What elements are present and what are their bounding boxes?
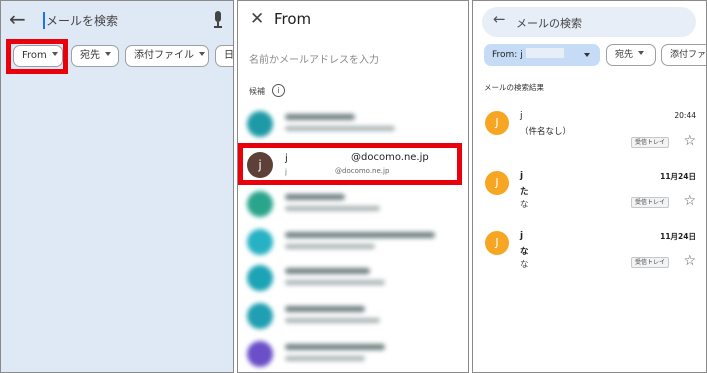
star-icon[interactable]: ☆ [683,193,696,209]
inbox-label: 受信トレイ [631,197,670,208]
attachment-chip-label: 添付ファイル [134,50,194,61]
email-subject: （件名なし） [520,127,572,137]
to-chip-label: 宛先 [80,50,100,61]
sender-input[interactable]: 名前かメールアドレスを入力 [249,51,379,66]
to-filter-chip[interactable]: 宛先 [71,45,119,67]
highlight-box [238,143,462,185]
picker-title: From [274,10,312,28]
highlight-box [6,39,68,74]
sender-avatar: J [485,171,509,195]
from-picker-screen: ✕ From 名前かメールアドレスを入力 候補 i j j @docomo.ne… [237,0,469,373]
blurred-contact-row[interactable] [247,189,447,219]
microphone-icon[interactable] [213,11,223,29]
email-sender: j [520,231,524,241]
close-icon[interactable]: ✕ [250,9,264,29]
sender-avatar: J [485,231,509,255]
text-cursor [43,12,45,29]
candidates-heading: 候補 [249,87,265,96]
blurred-contact-row[interactable] [247,301,447,331]
email-sender: j [520,111,523,121]
attachment-filter-chip[interactable]: 添付ファ [661,44,707,66]
email-snippet: な [520,200,529,210]
email-list-item[interactable]: J j 11月24日 な な 受信トレイ ☆ [473,231,706,291]
email-sender: j [520,171,524,181]
back-arrow-icon[interactable]: ← [9,7,26,31]
email-time: 20:44 [674,111,696,120]
results-heading: メールの検索結果 [484,83,544,92]
inbox-label: 受信トレイ [631,257,670,268]
blurred-contact-row[interactable] [247,109,447,139]
email-snippet: な [520,260,529,270]
dropdown-caret-icon [105,52,111,56]
blurred-contact-row[interactable] [247,227,447,257]
info-icon[interactable]: i [272,84,285,97]
email-list-item[interactable]: J j 11月24日 た な 受信トレイ ☆ [473,171,706,231]
email-subject: た [520,187,529,197]
inbox-label: 受信トレイ [631,137,670,148]
to-chip-label: 宛先 [615,50,634,60]
search-bar: ← メールの検索 [482,7,696,37]
search-input[interactable]: メールを検索 [46,12,118,29]
attachment-chip-label: 添付ファ [670,50,707,60]
search-screen: ← メールを検索 From 宛先 添付ファイル 日 [0,0,234,373]
star-icon[interactable]: ☆ [683,253,696,269]
blurred-contact-row[interactable] [247,263,447,293]
sender-avatar: J [485,111,509,135]
redacted-area [525,48,564,58]
star-icon[interactable]: ☆ [683,133,696,149]
email-subject: な [520,247,529,257]
email-time: 11月24日 [660,232,696,241]
to-filter-chip[interactable]: 宛先 [606,44,656,66]
back-arrow-icon[interactable]: ← [493,10,506,28]
from-chip-label: From: j [492,50,523,60]
email-list-item[interactable]: J j 20:44 （件名なし） 受信トレイ ☆ [473,111,706,171]
attachment-filter-chip[interactable]: 添付ファイル [125,45,209,67]
blurred-contact-row[interactable] [247,339,447,369]
dropdown-caret-icon [638,51,645,55]
date-chip-label: 日 [224,50,234,61]
from-filter-chip-selected[interactable]: From: j [484,44,600,66]
dropdown-caret-icon [584,53,590,57]
dropdown-caret-icon [199,52,205,56]
email-time: 11月24日 [660,172,696,181]
search-input[interactable]: メールの検索 [516,15,582,31]
date-filter-chip[interactable]: 日 [215,45,234,67]
search-results-screen: ← メールの検索 From: j 宛先 添付ファ メールの検索結果 J j 20… [472,0,707,373]
search-bar: ← メールを検索 [1,1,233,39]
